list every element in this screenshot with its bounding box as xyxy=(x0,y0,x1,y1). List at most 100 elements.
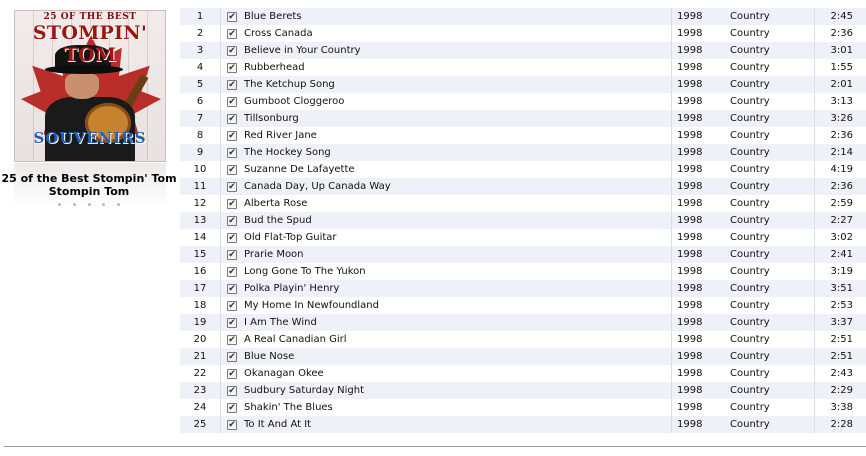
track-checkbox-cell[interactable]: ✔ xyxy=(225,334,239,345)
track-year: 1998 xyxy=(677,130,703,141)
track-time: 3:26 xyxy=(830,113,853,124)
track-number: 22 xyxy=(193,368,207,379)
track-checkbox-cell[interactable]: ✔ xyxy=(225,283,239,294)
track-checkbox-cell[interactable]: ✔ xyxy=(225,215,239,226)
track-checkbox-cell[interactable]: ✔ xyxy=(225,62,239,73)
checkbox-icon[interactable]: ✔ xyxy=(227,249,237,260)
track-row[interactable]: 21 ✔ Blue Nose 1998 Country 2:51 xyxy=(180,348,866,365)
checkbox-icon[interactable]: ✔ xyxy=(227,385,237,396)
track-row[interactable]: 12 ✔ Alberta Rose 1998 Country 2:59 xyxy=(180,195,866,212)
track-checkbox-cell[interactable]: ✔ xyxy=(225,317,239,328)
checkbox-icon[interactable]: ✔ xyxy=(227,181,237,192)
track-checkbox-cell[interactable]: ✔ xyxy=(225,300,239,311)
track-row[interactable]: 11 ✔ Canada Day, Up Canada Way 1998 Country 2… xyxy=(180,178,866,195)
track-row[interactable]: 6 ✔ Gumboot Cloggeroo 1998 Country 3:13 xyxy=(180,93,866,110)
checkbox-icon[interactable]: ✔ xyxy=(227,28,237,39)
checkbox-icon[interactable]: ✔ xyxy=(227,351,237,362)
column-separator xyxy=(220,348,221,365)
track-row[interactable]: 22 ✔ Okanagan Okee 1998 Country 2:43 xyxy=(180,365,866,382)
track-genre: Country xyxy=(730,96,770,107)
checkbox-icon[interactable]: ✔ xyxy=(227,419,237,430)
track-year: 1998 xyxy=(677,232,703,243)
track-name: Blue Berets xyxy=(244,11,302,22)
rating-dot[interactable] xyxy=(87,203,91,206)
checkbox-icon[interactable]: ✔ xyxy=(227,62,237,73)
track-checkbox-cell[interactable]: ✔ xyxy=(225,113,239,124)
checkbox-icon[interactable]: ✔ xyxy=(227,283,237,294)
rating-dot[interactable] xyxy=(102,203,106,206)
track-row[interactable]: 9 ✔ The Hockey Song 1998 Country 2:14 xyxy=(180,144,866,161)
rating-dot[interactable] xyxy=(72,203,76,206)
track-row[interactable]: 3 ✔ Believe in Your Country 1998 Country 3:01 xyxy=(180,42,866,59)
track-number: 19 xyxy=(193,317,207,328)
track-row[interactable]: 4 ✔ Rubberhead 1998 Country 1:55 xyxy=(180,59,866,76)
track-row[interactable]: 18 ✔ My Home In Newfoundland 1998 Country 2:5… xyxy=(180,297,866,314)
track-row[interactable]: 10 ✔ Suzanne De Lafayette 1998 Country 4:19 xyxy=(180,161,866,178)
rating-dot[interactable] xyxy=(58,203,61,206)
track-year: 1998 xyxy=(677,317,703,328)
checkbox-icon[interactable]: ✔ xyxy=(227,45,237,56)
track-checkbox-cell[interactable]: ✔ xyxy=(225,402,239,413)
checkbox-icon[interactable]: ✔ xyxy=(227,11,237,22)
checkbox-icon[interactable]: ✔ xyxy=(227,402,237,413)
checkbox-icon[interactable]: ✔ xyxy=(227,96,237,107)
checkbox-icon[interactable]: ✔ xyxy=(227,164,237,175)
album-rating[interactable] xyxy=(58,203,120,209)
checkbox-icon[interactable]: ✔ xyxy=(227,368,237,379)
checkbox-icon[interactable]: ✔ xyxy=(227,113,237,124)
track-row[interactable]: 17 ✔ Polka Playin' Henry 1998 Country 3:51 xyxy=(180,280,866,297)
checkbox-icon[interactable]: ✔ xyxy=(227,317,237,328)
track-row[interactable]: 16 ✔ Long Gone To The Yukon 1998 Country 3:19 xyxy=(180,263,866,280)
track-checkbox-cell[interactable]: ✔ xyxy=(225,28,239,39)
track-row[interactable]: 23 ✔ Sudbury Saturday Night 1998 Country 2:29 xyxy=(180,382,866,399)
track-checkbox-cell[interactable]: ✔ xyxy=(225,232,239,243)
track-row[interactable]: 15 ✔ Prarie Moon 1998 Country 2:41 xyxy=(180,246,866,263)
track-row[interactable]: 19 ✔ I Am The Wind 1998 Country 3:37 xyxy=(180,314,866,331)
track-genre: Country xyxy=(730,402,770,413)
track-row[interactable]: 7 ✔ Tillsonburg 1998 Country 3:26 xyxy=(180,110,866,127)
track-checkbox-cell[interactable]: ✔ xyxy=(225,385,239,396)
track-checkbox-cell[interactable]: ✔ xyxy=(225,45,239,56)
column-separator xyxy=(220,229,221,246)
track-checkbox-cell[interactable]: ✔ xyxy=(225,198,239,209)
track-checkbox-cell[interactable]: ✔ xyxy=(225,164,239,175)
track-checkbox-cell[interactable]: ✔ xyxy=(225,419,239,430)
track-checkbox-cell[interactable]: ✔ xyxy=(225,11,239,22)
track-row[interactable]: 14 ✔ Old Flat-Top Guitar 1998 Country 3:02 xyxy=(180,229,866,246)
track-row[interactable]: 8 ✔ Red River Jane 1998 Country 2:36 xyxy=(180,127,866,144)
track-checkbox-cell[interactable]: ✔ xyxy=(225,147,239,158)
track-checkbox-cell[interactable]: ✔ xyxy=(225,351,239,362)
checkbox-icon[interactable]: ✔ xyxy=(227,79,237,90)
track-checkbox-cell[interactable]: ✔ xyxy=(225,249,239,260)
track-row[interactable]: 13 ✔ Bud the Spud 1998 Country 2:27 xyxy=(180,212,866,229)
track-row[interactable]: 1 ✔ Blue Berets 1998 Country 2:45 xyxy=(180,8,866,25)
track-checkbox-cell[interactable]: ✔ xyxy=(225,79,239,90)
checkbox-icon[interactable]: ✔ xyxy=(227,215,237,226)
track-checkbox-cell[interactable]: ✔ xyxy=(225,130,239,141)
track-time: 1:55 xyxy=(830,62,853,73)
checkbox-icon[interactable]: ✔ xyxy=(227,232,237,243)
track-name: Prarie Moon xyxy=(244,249,304,260)
checkbox-icon[interactable]: ✔ xyxy=(227,198,237,209)
track-year: 1998 xyxy=(677,164,703,175)
track-row[interactable]: 24 ✔ Shakin' The Blues 1998 Country 3:38 xyxy=(180,399,866,416)
track-row[interactable]: 2 ✔ Cross Canada 1998 Country 2:36 xyxy=(180,25,866,42)
checkbox-icon[interactable]: ✔ xyxy=(227,266,237,277)
track-checkbox-cell[interactable]: ✔ xyxy=(225,266,239,277)
checkbox-icon[interactable]: ✔ xyxy=(227,147,237,158)
track-year: 1998 xyxy=(677,96,703,107)
track-checkbox-cell[interactable]: ✔ xyxy=(225,181,239,192)
album-artwork[interactable]: 25 OF THE BEST STOMPIN' TOM SOUVENIRS xyxy=(14,10,166,162)
track-row[interactable]: 25 ✔ To It And At It 1998 Country 2:28 xyxy=(180,416,866,433)
track-checkbox-cell[interactable]: ✔ xyxy=(225,368,239,379)
checkbox-icon[interactable]: ✔ xyxy=(227,300,237,311)
track-number: 12 xyxy=(193,198,207,209)
track-row[interactable]: 5 ✔ The Ketchup Song 1998 Country 2:01 xyxy=(180,76,866,93)
track-row[interactable]: 20 ✔ A Real Canadian Girl 1998 Country 2:51 xyxy=(180,331,866,348)
track-genre: Country xyxy=(730,62,770,73)
rating-dot[interactable] xyxy=(117,203,120,206)
track-time: 2:29 xyxy=(830,385,853,396)
track-checkbox-cell[interactable]: ✔ xyxy=(225,96,239,107)
checkbox-icon[interactable]: ✔ xyxy=(227,334,237,345)
checkbox-icon[interactable]: ✔ xyxy=(227,130,237,141)
